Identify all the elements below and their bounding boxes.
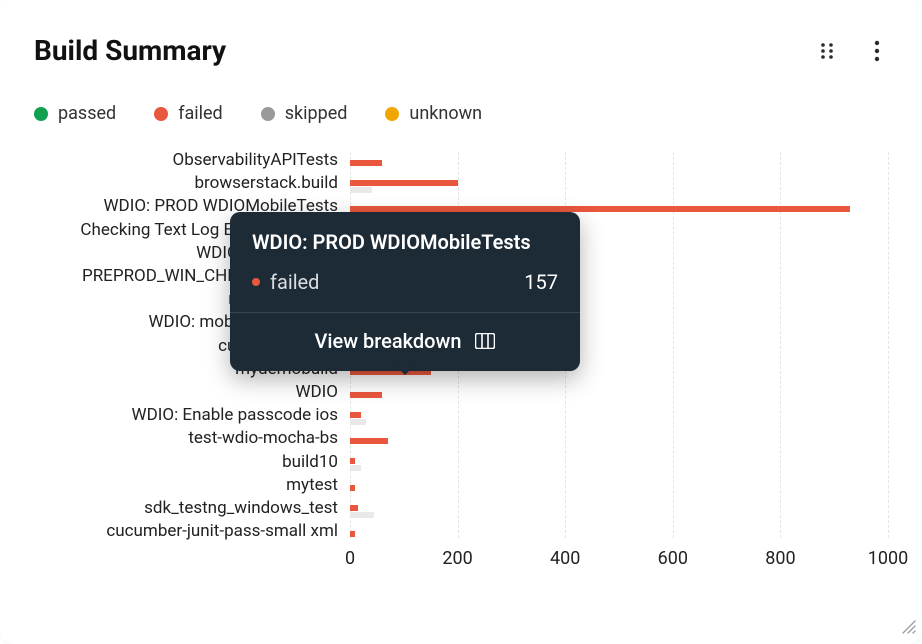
y-tick-label: WDIO: Enable passcode ios [132, 405, 346, 425]
bar-row[interactable] [350, 407, 366, 429]
tooltip-title: WDIO: PROD WDIOMobileTests [230, 212, 580, 264]
resize-grip-icon[interactable] [902, 619, 916, 638]
bar-row[interactable] [350, 384, 382, 406]
legend-label: passed [58, 103, 116, 124]
page-title: Build Summary [34, 34, 226, 67]
x-tick-label: 800 [765, 548, 795, 569]
legend-item-passed[interactable]: passed [34, 103, 116, 124]
legend-label: unknown [409, 103, 482, 124]
card-header: Build Summary [34, 34, 888, 67]
legend-item-failed[interactable]: failed [154, 103, 223, 124]
x-tick-label: 0 [345, 548, 355, 569]
y-tick-label: mytest [286, 475, 346, 495]
bar-row[interactable] [350, 500, 374, 522]
y-tick-label: WDIO [295, 382, 346, 402]
x-tick-label: 200 [442, 548, 472, 569]
bar-segment-failed[interactable] [350, 392, 382, 398]
bar-segment-skipped[interactable] [350, 419, 366, 425]
x-tick-label: 400 [550, 548, 580, 569]
header-actions [816, 40, 888, 62]
dot-icon [34, 107, 48, 121]
y-tick-label: sdk_testng_windows_test [144, 498, 346, 518]
bar-row[interactable] [350, 477, 355, 499]
legend-item-unknown[interactable]: unknown [385, 103, 482, 124]
y-tick-label: cucumber-junit-pass-small xml [106, 521, 346, 541]
tooltip-action-label: View breakdown [315, 329, 462, 353]
legend-item-skipped[interactable]: skipped [261, 103, 348, 124]
bar-row[interactable] [350, 454, 361, 476]
dot-icon [154, 107, 168, 121]
bar-segment-failed[interactable] [350, 160, 382, 166]
bar-row[interactable] [350, 430, 388, 452]
bar-segment-failed[interactable] [350, 180, 458, 186]
drag-handle-icon[interactable] [816, 40, 838, 62]
legend-label: failed [178, 103, 223, 124]
y-tick-label: browserstack.build [194, 173, 346, 193]
bar-segment-failed[interactable] [350, 438, 388, 444]
legend-label: skipped [285, 103, 348, 124]
y-tick-label: test-wdio-mocha-bs [188, 428, 346, 448]
bar-segment-failed[interactable] [350, 458, 355, 464]
bar-segment-failed[interactable] [350, 412, 361, 418]
x-tick-label: 600 [658, 548, 688, 569]
build-summary-card: Build Summary passed failed skipped unkn… [0, 0, 922, 644]
y-tick-label: build10 [282, 452, 346, 472]
chart-legend: passed failed skipped unknown [34, 103, 888, 124]
view-breakdown-button[interactable]: View breakdown [230, 313, 580, 371]
bar-segment-failed[interactable] [350, 531, 355, 537]
dot-icon [261, 107, 275, 121]
tooltip-status-value: 157 [524, 270, 558, 294]
x-tick-label: 1000 [868, 548, 908, 569]
bar-row[interactable] [350, 175, 458, 197]
tooltip-status-label: failed [270, 270, 319, 294]
bar-segment-skipped[interactable] [350, 512, 374, 518]
tooltip-row: failed 157 [230, 264, 580, 312]
bar-segment-skipped[interactable] [350, 187, 372, 193]
more-menu-icon[interactable] [866, 40, 888, 62]
bar-row[interactable] [350, 152, 382, 174]
x-axis: 02004006008001000 [350, 542, 854, 572]
y-tick-label: ObservabilityAPITests [173, 150, 347, 170]
bar-segment-failed[interactable] [350, 485, 355, 491]
chart-tooltip: WDIO: PROD WDIOMobileTests failed 157 Vi… [230, 212, 580, 371]
bar-segment-skipped[interactable] [350, 465, 361, 471]
dot-icon [385, 107, 399, 121]
dot-icon [252, 278, 260, 286]
grid-line [888, 152, 889, 538]
bar-segment-failed[interactable] [350, 505, 358, 511]
columns-icon [475, 333, 495, 349]
